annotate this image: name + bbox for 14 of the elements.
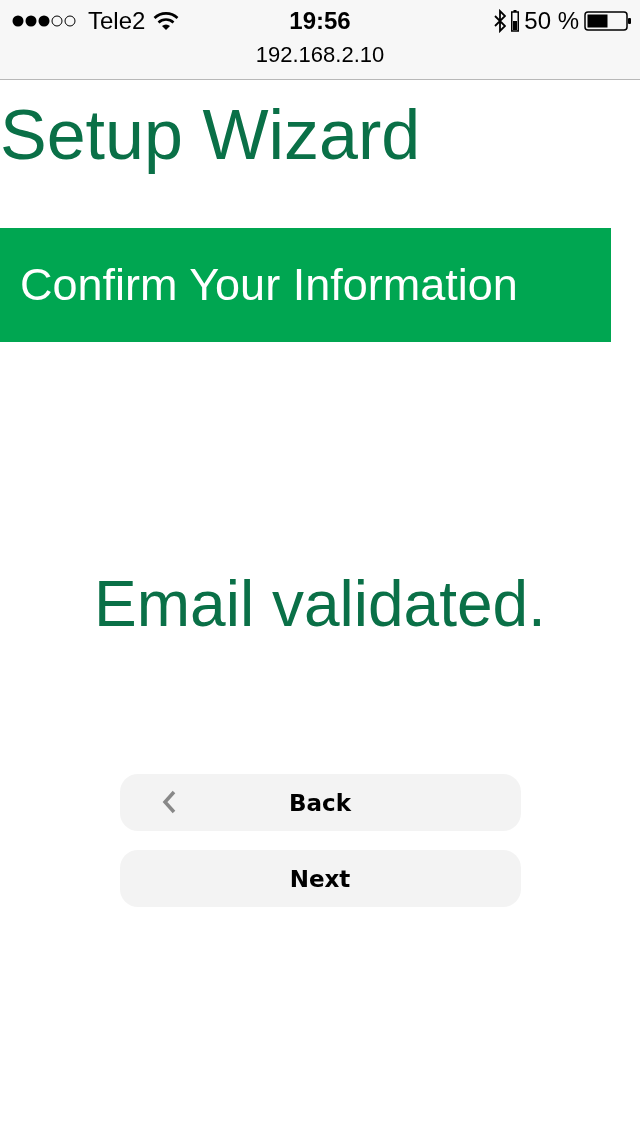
battery-small-icon: [511, 10, 520, 32]
bluetooth-icon: [494, 9, 507, 33]
next-button[interactable]: Next: [119, 850, 521, 907]
caret-icon: [161, 790, 176, 814]
carrier-name: Tele2: [88, 7, 146, 35]
status-time: 19:56: [288, 7, 352, 35]
page-address[interactable]: 192.168.2.10: [0, 42, 640, 68]
page-title: Setup Wizard: [0, 95, 422, 176]
battery-icon: [584, 11, 632, 31]
battery-percent: 50 %: [524, 7, 579, 35]
wifi-icon: [153, 11, 180, 31]
status-message: Email validated.: [93, 567, 547, 642]
banner-title: Confirm Your Information: [20, 259, 518, 311]
back-button[interactable]: Back: [119, 774, 521, 831]
